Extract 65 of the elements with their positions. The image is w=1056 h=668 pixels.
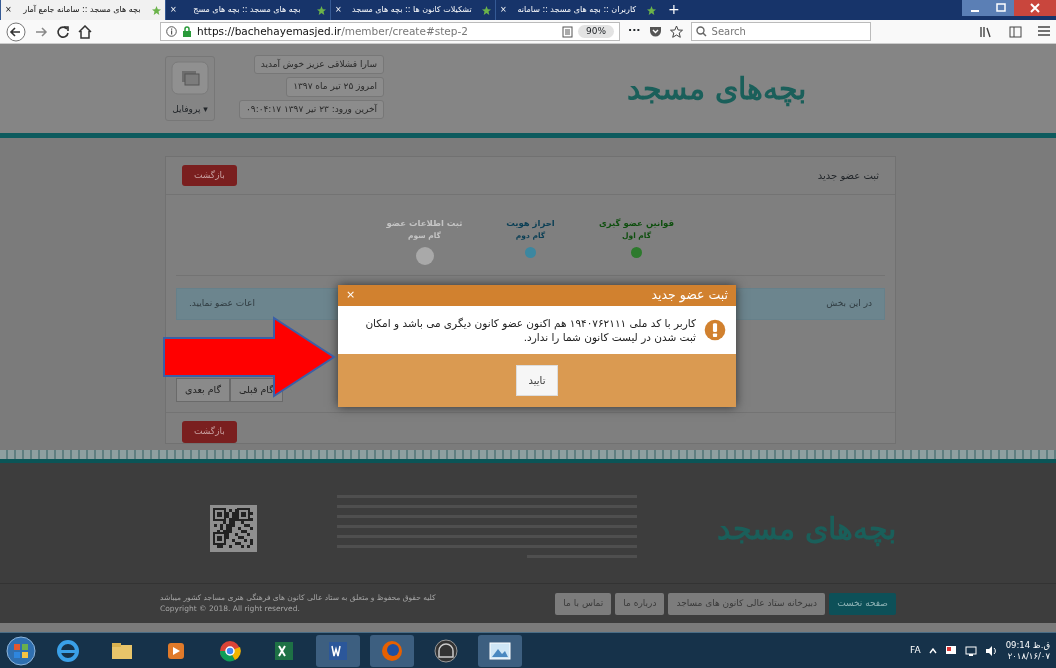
- lock-icon: [182, 26, 192, 37]
- flag-icon[interactable]: [944, 644, 957, 657]
- dialog-message: کاربر با کد ملی ۱۹۴۰۷۶۲۱۱۱ هم اکنون عضو کانون دیگری می باشد و امکان ثبت شدن در لیست کانون شما را ندارد.: [364, 315, 696, 345]
- today-date: امروز ۲۵ تیر ماه ۱۳۹۷: [286, 77, 385, 97]
- chevron-up-icon[interactable]: [928, 647, 937, 654]
- forward-icon[interactable]: [34, 24, 48, 39]
- menu-icon[interactable]: [1038, 25, 1050, 36]
- clock-date[interactable]: ۲۰۱۸/۱۶/۰۷: [1007, 650, 1050, 661]
- tab-title: کاربران :: بچه های مسجد :: سامانه: [516, 4, 638, 16]
- reload-icon[interactable]: [56, 24, 70, 39]
- search-field[interactable]: Search: [690, 22, 871, 41]
- dome-icon[interactable]: [432, 636, 460, 665]
- browser-tab[interactable]: بچه های مسجد :: سامانه جامع آمار ×: [0, 0, 165, 20]
- volume-icon[interactable]: [984, 644, 998, 657]
- alert-text: اعات عضو نمایید.: [189, 297, 255, 311]
- card-title: ثبت عضو جدید: [817, 169, 879, 183]
- maximize-icon[interactable]: [988, 0, 1014, 16]
- step-title: قوانین عضو گیری: [597, 217, 675, 230]
- back-button[interactable]: بازگشت: [182, 421, 237, 443]
- back-button[interactable]: بازگشت: [182, 164, 237, 187]
- more-icon[interactable]: ···: [628, 23, 641, 40]
- reader-view-icon[interactable]: [562, 25, 573, 38]
- last-login-text: آخرین ورود: ۲۳ تیر ۱۳۹۷ ۰۹:۰۴:۱۷: [239, 99, 385, 120]
- clock-time[interactable]: ق.ظ 09:14: [1005, 640, 1050, 651]
- tab-title: تشکیلات کانون ها :: بچه های مسجد: [351, 4, 473, 16]
- step-title: ثبت اطلاعات عضو: [385, 217, 464, 230]
- tab-title: بچه های مسجد :: سامانه جامع آمار: [22, 4, 142, 16]
- url-path: /member/create#step-2: [341, 24, 468, 37]
- close-icon[interactable]: [1014, 0, 1056, 16]
- start-icon[interactable]: [6, 635, 36, 666]
- close-icon[interactable]: ×: [335, 4, 342, 16]
- language-indicator[interactable]: FA: [910, 643, 921, 658]
- pocket-icon[interactable]: [648, 25, 662, 38]
- step-title: احراز هویت: [505, 217, 556, 230]
- home-icon[interactable]: [78, 24, 92, 39]
- close-icon[interactable]: ×: [500, 4, 507, 16]
- search-icon: [695, 26, 707, 37]
- library-icon[interactable]: [980, 25, 993, 38]
- new-tab-button[interactable]: +: [660, 0, 688, 20]
- alert-text: در این بخش: [826, 297, 872, 311]
- profile-card[interactable]: پروفایل ▾: [165, 56, 215, 121]
- tab-title: بچه های مسجد :: بچه های مسج: [192, 4, 302, 16]
- footer-nav-link[interactable]: صفحه نخست: [829, 593, 896, 615]
- network-icon[interactable]: [964, 644, 977, 657]
- zoom-level[interactable]: 90%: [578, 24, 614, 39]
- minimize-icon[interactable]: [962, 0, 988, 16]
- confirm-button[interactable]: تایید: [515, 365, 559, 396]
- star-icon: [317, 5, 326, 15]
- qr-code-icon: [210, 504, 257, 552]
- profile-label[interactable]: پروفایل ▾: [172, 102, 208, 116]
- back-icon[interactable]: [6, 21, 26, 42]
- sidebar-icon[interactable]: [1009, 25, 1022, 38]
- star-icon: [647, 5, 656, 15]
- url-host: https://bachehayemasjed.ir: [197, 24, 342, 37]
- url-field[interactable]: https://bachehayemasjed.ir/member/create#step-2 90%: [160, 22, 620, 41]
- star-icon[interactable]: [669, 25, 683, 38]
- next-step-button[interactable]: گام بعدی: [176, 378, 230, 403]
- close-icon[interactable]: ×: [5, 4, 12, 16]
- star-icon: [152, 5, 161, 15]
- star-icon: [482, 5, 491, 15]
- close-icon[interactable]: ×: [170, 4, 177, 16]
- dialog-title: ثبت عضو جدید: [651, 286, 728, 305]
- greeting-text: سارا قشلاقی عزیز خوش آمدید: [253, 54, 385, 75]
- image-icon: [171, 61, 209, 95]
- info-icon: [166, 26, 177, 37]
